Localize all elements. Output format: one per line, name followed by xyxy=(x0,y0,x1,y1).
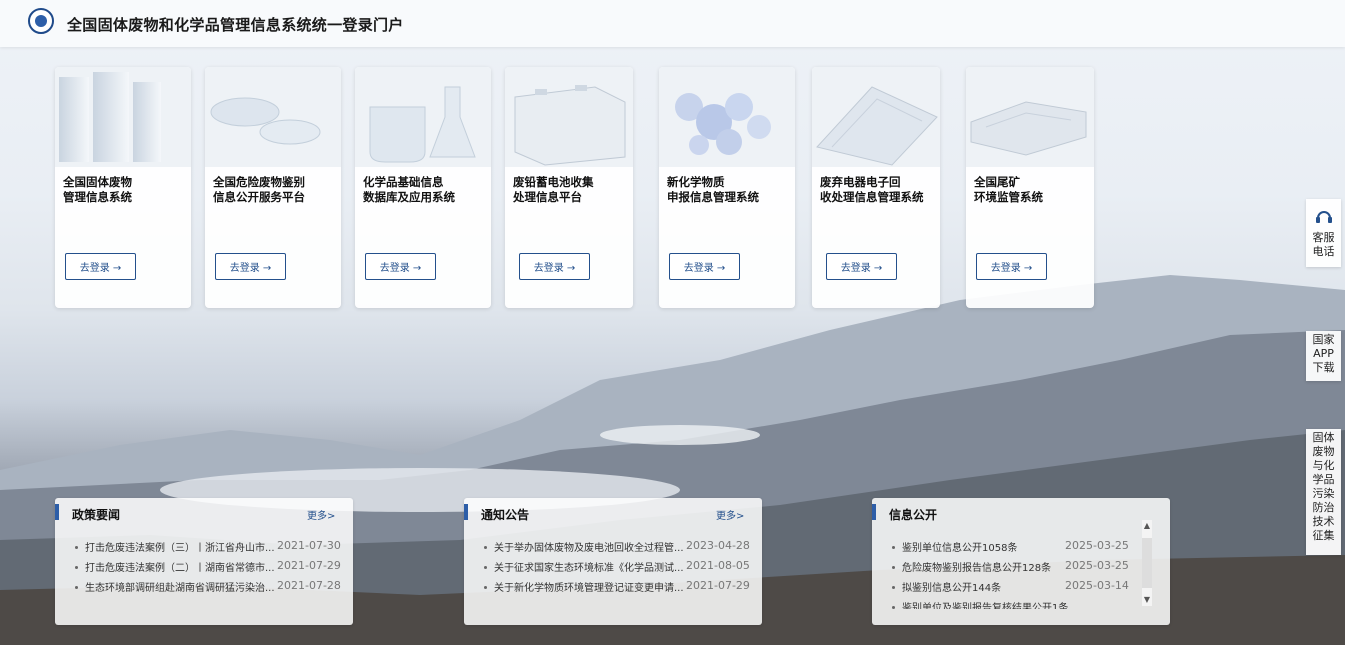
page-title: 全国固体废物和化学品管理信息系统统一登录门户 xyxy=(67,16,404,34)
side-label: 征集 xyxy=(1312,529,1335,542)
system-card-hazardous-waste: 全国危险废物鉴别 信息公开服务平台 去登录 → xyxy=(205,67,341,308)
card-title: 全国危险废物鉴别 信息公开服务平台 xyxy=(213,175,305,204)
system-card-solid-waste: 全国固体废物 管理信息系统 去登录 → xyxy=(55,67,191,308)
notice-panel: 通知公告 更多> 关于举办固体废物及废电池回收全过程管... 2023-04-28… xyxy=(464,498,762,625)
side-label: 下载 xyxy=(1312,361,1335,374)
login-button[interactable]: 去登录 → xyxy=(669,253,740,280)
list-item[interactable]: 关于举办固体废物及废电池回收全过程管... 2023-04-28 xyxy=(482,539,750,559)
more-link[interactable]: 更多> xyxy=(716,507,744,522)
panel-title: 信息公开 xyxy=(889,508,938,522)
side-label: 废物 xyxy=(1312,445,1335,458)
news-list: 打击危废违法案例（三）丨浙江省舟山市... 2021-07-30 打击危废违法案例… xyxy=(73,539,341,599)
card-title: 全国固体废物 管理信息系统 xyxy=(63,175,132,204)
login-button[interactable]: 去登录 → xyxy=(365,253,436,280)
molecule-illustration xyxy=(659,67,795,167)
list-item[interactable]: 危险废物鉴别报告信息公开128条 2025-03-25 xyxy=(890,559,1150,579)
side-label: 与化 xyxy=(1312,459,1335,472)
panel-accent-bar xyxy=(872,504,876,520)
side-label: 学品 xyxy=(1312,473,1335,486)
card-title: 废铅蓄电池收集 处理信息平台 xyxy=(513,175,594,204)
storage-tanks-illustration xyxy=(55,67,191,167)
system-card-tailings: 全国尾矿 环境监管系统 去登录 → xyxy=(966,67,1094,308)
side-label: 客服 xyxy=(1312,231,1335,244)
side-label: 电话 xyxy=(1312,245,1335,258)
login-button[interactable]: 去登录 → xyxy=(215,253,286,280)
card-title: 全国尾矿 环境监管系统 xyxy=(974,175,1043,204)
scroll-up-icon[interactable]: ▲ xyxy=(1142,520,1152,532)
scroll-thumb[interactable] xyxy=(1142,538,1152,588)
headset-icon xyxy=(1315,211,1332,223)
side-label: 污染 xyxy=(1312,487,1335,500)
tailings-model-illustration xyxy=(966,67,1094,167)
side-label: 国家 xyxy=(1312,333,1335,346)
list-item[interactable]: 生态环境部调研组赴湖南省调研猛污染治... 2021-07-28 xyxy=(73,579,341,599)
list-item[interactable]: 鉴别单位信息公开1058条 2025-03-25 xyxy=(890,539,1150,559)
list-item[interactable]: 拟鉴别信息公开144条 2025-03-14 xyxy=(890,579,1150,599)
petri-dish-illustration xyxy=(205,67,341,167)
battery-illustration xyxy=(505,67,633,167)
lab-flask-illustration xyxy=(355,67,491,167)
list-item[interactable]: 鉴别单位及鉴别报告复核结果公开1条 xyxy=(890,599,1150,609)
card-title: 新化学物质 申报信息管理系统 xyxy=(667,175,759,204)
side-label: APP xyxy=(1313,347,1334,360)
login-button[interactable]: 去登录 → xyxy=(519,253,590,280)
system-card-new-chemicals: 新化学物质 申报信息管理系统 去登录 → xyxy=(659,67,795,308)
side-label: 固体 xyxy=(1312,431,1335,444)
disclosure-list: 鉴别单位信息公开1058条 2025-03-25 危险废物鉴别报告信息公开128条… xyxy=(890,539,1150,609)
panel-title: 政策要闻 xyxy=(72,508,121,522)
system-card-electronics-recycling: 废弃电器电子回 收处理信息管理系统 去登录 → xyxy=(812,67,940,308)
policy-news-panel: 政策要闻 更多> 打击危废违法案例（三）丨浙江省舟山市... 2021-07-30… xyxy=(55,498,353,625)
app-download-tab[interactable]: 国家 APP 下载 xyxy=(1306,331,1341,381)
list-item[interactable]: 打击危废违法案例（二）丨湖南省常德市... 2021-07-29 xyxy=(73,559,341,579)
top-header: 全国固体废物和化学品管理信息系统统一登录门户 xyxy=(0,0,1345,47)
list-item[interactable]: 关于新化学物质环境管理登记证变更申请... 2021-07-29 xyxy=(482,579,750,599)
side-label: 技术 xyxy=(1312,515,1335,528)
login-button[interactable]: 去登录 → xyxy=(65,253,136,280)
ministry-logo xyxy=(28,8,54,34)
list-item[interactable]: 关于征求国家生态环境标准《化学品测试... 2021-08-05 xyxy=(482,559,750,579)
card-title: 化学品基础信息 数据库及应用系统 xyxy=(363,175,455,204)
list-item[interactable]: 打击危废违法案例（三）丨浙江省舟山市... 2021-07-30 xyxy=(73,539,341,559)
login-button[interactable]: 去登录 → xyxy=(826,253,897,280)
list-scrollbar[interactable]: ▲ ▼ xyxy=(1142,520,1152,606)
more-link[interactable]: 更多> xyxy=(307,507,335,522)
customer-service-tab[interactable]: 客服 电话 xyxy=(1306,199,1341,267)
panel-accent-bar xyxy=(55,504,59,520)
panel-accent-bar xyxy=(464,504,468,520)
circuit-board-illustration xyxy=(812,67,940,167)
info-disclosure-panel: 信息公开 鉴别单位信息公开1058条 2025-03-25 危险废物鉴别报告信息公… xyxy=(872,498,1170,625)
card-title: 废弃电器电子回 收处理信息管理系统 xyxy=(820,175,924,204)
login-button[interactable]: 去登录 → xyxy=(976,253,1047,280)
system-card-chemicals: 化学品基础信息 数据库及应用系统 去登录 → xyxy=(355,67,491,308)
tech-collection-tab[interactable]: 固体 废物 与化 学品 污染 防治 技术 征集 xyxy=(1306,429,1341,555)
side-label: 防治 xyxy=(1312,501,1335,514)
system-card-lead-battery: 废铅蓄电池收集 处理信息平台 去登录 → xyxy=(505,67,633,308)
scroll-down-icon[interactable]: ▼ xyxy=(1142,594,1152,606)
panel-title: 通知公告 xyxy=(481,508,530,522)
notice-list: 关于举办固体废物及废电池回收全过程管... 2023-04-28 关于征求国家生态… xyxy=(482,539,750,599)
